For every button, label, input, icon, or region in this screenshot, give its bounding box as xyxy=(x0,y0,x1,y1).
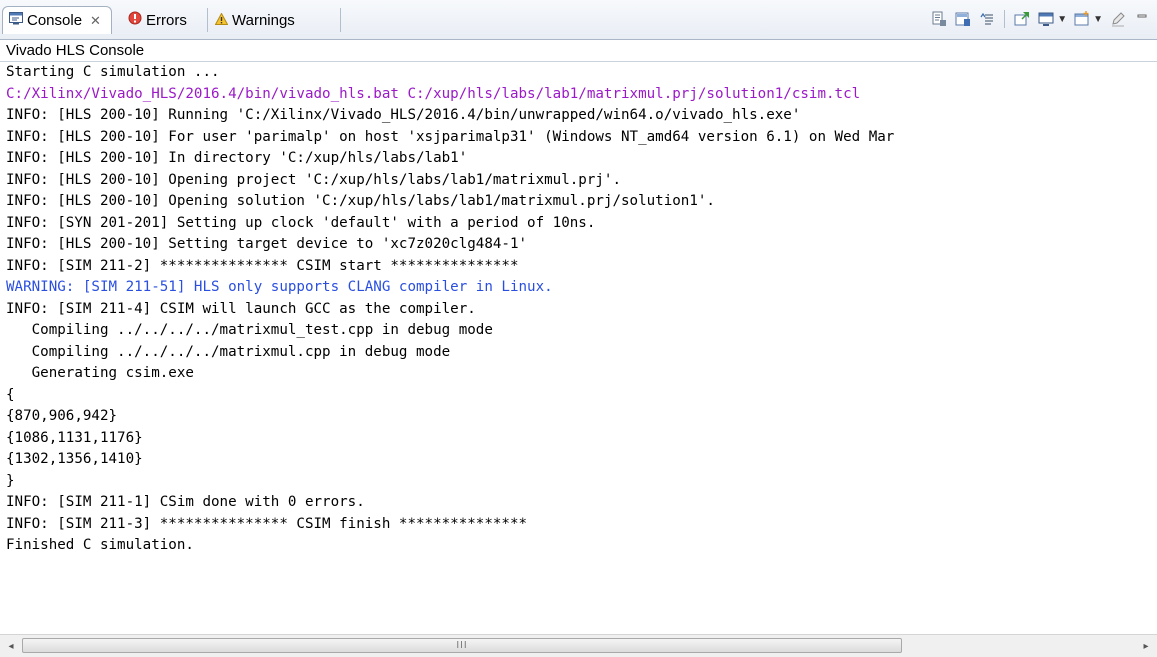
view-tab-bar: Console ✕ Errors Warnings ▼ ▼ xyxy=(0,0,1157,40)
minimize-icon[interactable] xyxy=(1133,10,1151,28)
console-line: {1302,1356,1410} xyxy=(6,451,143,467)
console-line: INFO: [HLS 200-10] Opening project 'C:/x… xyxy=(6,171,621,188)
console-line: INFO: [HLS 200-10] For user 'parimalp' o… xyxy=(6,128,895,145)
console-output[interactable]: Starting C simulation ... C:/Xilinx/Viva… xyxy=(0,62,1157,634)
console-warning-line: WARNING: [SIM 211-51] HLS only supports … xyxy=(6,279,553,295)
console-line: INFO: [HLS 200-10] Setting target device… xyxy=(6,236,528,252)
scrollbar-thumb[interactable]: III xyxy=(22,638,902,653)
error-icon xyxy=(128,11,142,29)
tab-warnings[interactable]: Warnings xyxy=(211,8,341,32)
display-console-dropdown-icon[interactable]: ▼ xyxy=(1057,14,1067,25)
pin-console-icon[interactable] xyxy=(1013,10,1031,28)
warning-icon xyxy=(214,11,229,29)
view-toolbar: ▼ ▼ xyxy=(930,8,1151,30)
scroll-left-arrow-icon[interactable]: ◂ xyxy=(3,639,19,653)
console-line: INFO: [HLS 200-10] Running 'C:/Xilinx/Vi… xyxy=(6,107,801,123)
console-icon xyxy=(9,12,23,29)
console-line: {870,906,942} xyxy=(6,408,118,424)
scrollbar-grip: III xyxy=(456,640,468,651)
open-console-dropdown-icon[interactable]: ▼ xyxy=(1093,14,1103,25)
tab-console-label: Console xyxy=(27,12,83,29)
console-command-line: C:/Xilinx/Vivado_HLS/2016.4/bin/vivado_h… xyxy=(6,85,861,102)
console-line: Compiling ../../../../matrixmul.cpp in d… xyxy=(6,343,451,360)
word-wrap-icon[interactable] xyxy=(978,10,996,28)
scroll-right-arrow-icon[interactable]: ▸ xyxy=(1138,639,1154,653)
scroll-lock-icon[interactable] xyxy=(954,10,972,28)
console-line: INFO: [SIM 211-1] CSim done with 0 error… xyxy=(6,494,365,510)
console-line: INFO: [HLS 200-10] Opening solution 'C:/… xyxy=(6,193,715,209)
edit-icon[interactable] xyxy=(1109,10,1127,28)
console-line: INFO: [SYN 201-201] Setting up clock 'de… xyxy=(6,214,596,231)
console-line: {1086,1131,1176} xyxy=(6,429,143,446)
console-line: Generating csim.exe xyxy=(6,365,194,381)
console-line: Compiling ../../../../matrixmul_test.cpp… xyxy=(6,322,493,338)
console-line: INFO: [SIM 211-3] *************** CSIM f… xyxy=(6,515,528,532)
clear-console-icon[interactable] xyxy=(930,10,948,28)
console-line: { xyxy=(6,386,15,403)
console-name-label: Vivado HLS Console xyxy=(0,40,1157,62)
console-line: INFO: [HLS 200-10] In directory 'C:/xup/… xyxy=(6,150,468,166)
open-console-icon[interactable] xyxy=(1073,10,1091,28)
tab-errors[interactable]: Errors xyxy=(124,8,208,32)
horizontal-scrollbar[interactable]: ◂ III ▸ xyxy=(0,634,1157,657)
console-line: } xyxy=(6,472,15,489)
console-view: Console ✕ Errors Warnings ▼ ▼ Vivado HLS… xyxy=(0,0,1157,657)
display-console-icon[interactable] xyxy=(1037,10,1055,28)
console-line: Starting C simulation ... xyxy=(6,64,220,80)
console-line: INFO: [SIM 211-2] *************** CSIM s… xyxy=(6,257,519,274)
console-line: INFO: [SIM 211-4] CSIM will launch GCC a… xyxy=(6,300,476,317)
tab-errors-label: Errors xyxy=(146,11,187,29)
console-line: Finished C simulation. xyxy=(6,537,194,553)
close-tab-icon[interactable]: ✕ xyxy=(90,13,101,29)
toolbar-separator xyxy=(1004,10,1006,28)
tab-console[interactable]: Console ✕ xyxy=(2,6,112,34)
tab-warnings-label: Warnings xyxy=(232,11,295,29)
